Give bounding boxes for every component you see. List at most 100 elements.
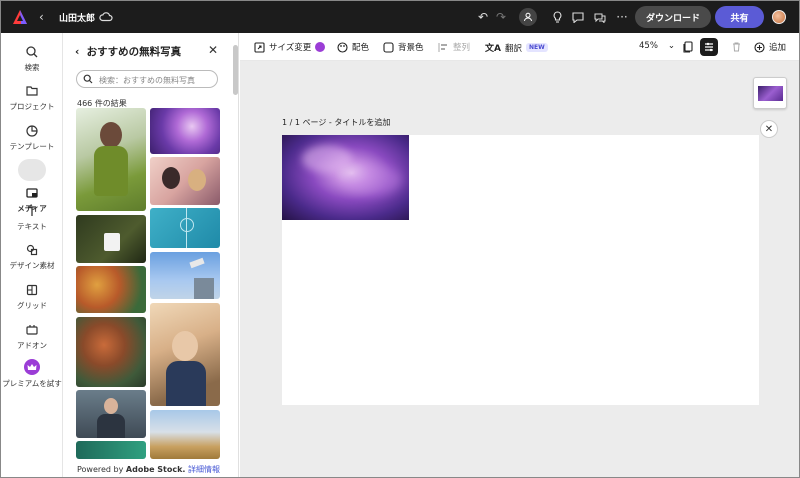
close-icon[interactable]: ✕ xyxy=(760,120,778,138)
rail-label: テンプレート xyxy=(9,142,55,151)
background-label: 背景色 xyxy=(398,43,424,53)
zoom-dropdown[interactable]: 45% ⌄ xyxy=(639,41,675,51)
rail-item-search[interactable]: 検索 xyxy=(1,45,63,73)
translate-icon: 文A xyxy=(485,44,501,54)
translate-label: 翻訳 xyxy=(504,43,522,54)
rail-label: グリッド xyxy=(17,301,47,310)
search-placeholder: 検索：おすすめの無料写真 xyxy=(99,76,195,85)
footer-link[interactable]: 詳細情報 xyxy=(188,465,220,474)
rail-label: プレミアムを試す xyxy=(2,379,62,388)
stock-photo[interactable] xyxy=(76,108,146,211)
resize-icon xyxy=(254,41,265,53)
redo-icon[interactable]: ↷ xyxy=(493,9,509,25)
download-button[interactable]: ダウンロード xyxy=(635,6,711,28)
editor-toolbar: サイズ変更 配色 背景色 整列 文A 翻訳 NEW 45% ⌄ 追加 xyxy=(240,33,799,61)
media-panel: ‹ おすすめの無料写真 ✕ 検索：おすすめの無料写真 466 件の結果 Powe… xyxy=(63,33,239,477)
rail-label: プロジェクト xyxy=(9,102,55,111)
app-window: ‹ 山田太郎 ↶ ↷ ··· ダウンロード 共有 検索 プロジェクト テンプレー… xyxy=(0,0,800,478)
premium-crown-icon xyxy=(315,42,326,52)
collaborator-icon[interactable] xyxy=(519,8,537,26)
search-icon xyxy=(83,74,93,84)
rail-item-grid[interactable]: グリッド xyxy=(1,283,63,311)
pages-icon[interactable] xyxy=(682,41,694,53)
addon-icon xyxy=(26,325,38,335)
add-label: 追加 xyxy=(769,43,787,53)
cloud-sync-icon xyxy=(99,12,113,22)
rail-label: テキスト xyxy=(17,222,47,231)
rail-item-templates[interactable]: テンプレート xyxy=(1,124,63,152)
undo-icon[interactable]: ↶ xyxy=(475,9,491,25)
rail-active-highlight xyxy=(18,159,46,181)
user-name[interactable]: 山田太郎 xyxy=(59,11,95,24)
panel-footer: Powered by Adobe Stock. 詳細情報 xyxy=(77,464,220,475)
app-logo-icon[interactable] xyxy=(12,9,28,25)
new-badge: NEW xyxy=(525,43,548,52)
panel-title: ‹ おすすめの無料写真 xyxy=(75,44,181,59)
trash-icon[interactable] xyxy=(731,41,742,52)
grid-icon xyxy=(26,284,38,296)
rail-label: アドオン xyxy=(17,341,47,350)
chevron-down-icon: ⌄ xyxy=(667,41,676,51)
rail-item-design-elements[interactable]: デザイン素材 xyxy=(1,243,63,271)
align-icon xyxy=(438,42,447,52)
rail-item-text[interactable]: テキスト xyxy=(1,204,63,232)
stock-photo[interactable] xyxy=(150,303,220,406)
footer-text: Powered by xyxy=(77,465,126,474)
color-button[interactable]: 配色 xyxy=(337,41,369,53)
search-icon xyxy=(26,46,38,58)
background-color-button[interactable]: 背景色 xyxy=(383,41,424,53)
rail-item-projects[interactable]: プロジェクト xyxy=(1,84,63,112)
crown-icon xyxy=(24,359,40,375)
search-input[interactable]: 検索：おすすめの無料写真 xyxy=(76,70,218,88)
translate-button[interactable]: 文A 翻訳 NEW xyxy=(485,41,548,54)
stock-photo[interactable] xyxy=(150,410,220,459)
page-image[interactable] xyxy=(282,135,409,220)
add-icon xyxy=(754,41,765,53)
panel-title-text: おすすめの無料写真 xyxy=(86,46,182,58)
back-chevron-icon[interactable]: ‹ xyxy=(39,10,44,24)
resize-label: サイズ変更 xyxy=(269,43,312,53)
resize-button[interactable]: サイズ変更 xyxy=(254,41,326,53)
stock-photo[interactable] xyxy=(76,266,146,313)
footer-brand: Adobe Stock. xyxy=(125,465,186,474)
share-button[interactable]: 共有 xyxy=(715,6,764,28)
avatar[interactable] xyxy=(772,10,786,24)
top-bar: ‹ 山田太郎 ↶ ↷ ··· ダウンロード 共有 xyxy=(1,1,799,33)
back-chevron-icon[interactable]: ‹ xyxy=(75,46,87,58)
page-thumbnail[interactable] xyxy=(753,77,787,109)
comment-icon[interactable] xyxy=(570,9,586,25)
text-icon xyxy=(28,206,36,216)
layers-icon xyxy=(705,42,713,52)
add-page-button[interactable]: 追加 xyxy=(754,41,786,53)
arrange-label: 整列 xyxy=(453,43,471,53)
stock-photo[interactable] xyxy=(76,441,146,459)
stock-photo[interactable] xyxy=(150,252,220,299)
rail-item-addons[interactable]: アドオン xyxy=(1,323,63,351)
more-icon[interactable]: ··· xyxy=(614,9,630,25)
lightbulb-icon[interactable] xyxy=(549,9,565,25)
arrange-button[interactable]: 整列 xyxy=(438,41,470,53)
chat-icon[interactable] xyxy=(592,9,608,25)
rail-label: デザイン素材 xyxy=(9,261,55,270)
stock-photo[interactable] xyxy=(76,215,146,263)
panel-scrollbar[interactable] xyxy=(233,45,238,95)
palette-icon xyxy=(337,41,348,53)
shapes-icon xyxy=(26,244,38,256)
stock-photo[interactable] xyxy=(150,157,220,205)
layers-toggle-button[interactable] xyxy=(700,38,718,56)
stock-photo[interactable] xyxy=(150,208,220,248)
stock-photo[interactable] xyxy=(150,108,220,154)
stock-photo[interactable] xyxy=(76,317,146,387)
thumbnail-image xyxy=(758,86,783,101)
color-label: 配色 xyxy=(352,43,370,53)
page-title-label[interactable]: 1 / 1 ページ - タイトルを追加 xyxy=(282,117,390,128)
media-icon xyxy=(26,188,38,198)
close-icon[interactable]: ✕ xyxy=(208,43,218,57)
rail-item-premium[interactable]: プレミアムを試す xyxy=(1,359,63,389)
background-icon xyxy=(383,41,394,53)
left-rail: 検索 プロジェクト テンプレート メディア テキスト デザイン素材 グリッド ア… xyxy=(1,33,63,477)
folder-icon xyxy=(26,86,38,96)
zoom-value: 45% xyxy=(639,41,658,51)
rail-label: 検索 xyxy=(24,63,40,72)
stock-photo[interactable] xyxy=(76,390,146,438)
